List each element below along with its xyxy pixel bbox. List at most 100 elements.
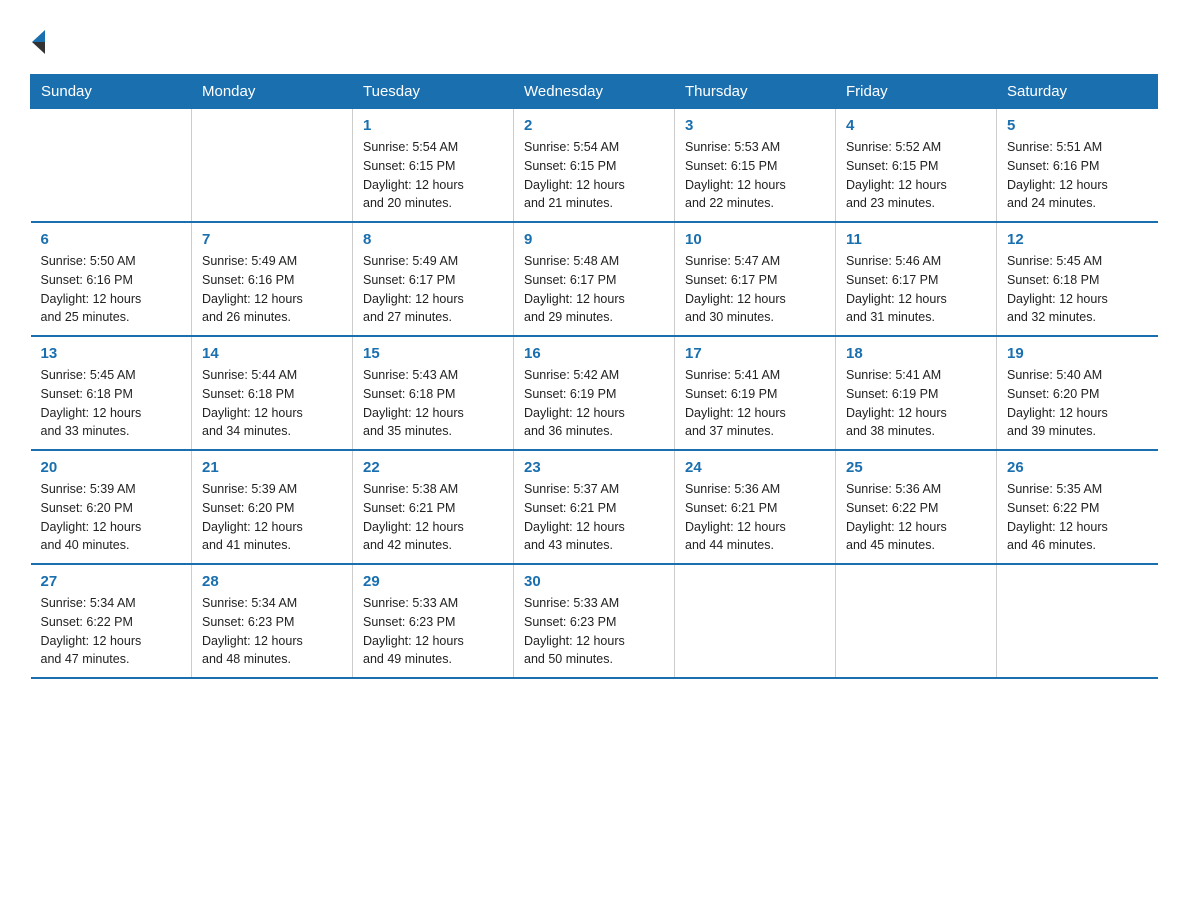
day-info: Sunrise: 5:33 AM Sunset: 6:23 PM Dayligh… <box>363 594 503 669</box>
day-number: 5 <box>1007 117 1148 134</box>
calendar-cell: 30 Sunrise: 5:33 AM Sunset: 6:23 PM Dayli… <box>514 564 675 678</box>
day-number: 8 <box>363 231 503 248</box>
calendar-cell: 3 Sunrise: 5:53 AM Sunset: 6:15 PM Daylig… <box>675 109 836 223</box>
day-info: Sunrise: 5:36 AM Sunset: 6:22 PM Dayligh… <box>846 480 986 555</box>
calendar-cell: 20 Sunrise: 5:39 AM Sunset: 6:20 PM Dayli… <box>31 450 192 564</box>
day-number: 23 <box>524 459 664 476</box>
day-info: Sunrise: 5:51 AM Sunset: 6:16 PM Dayligh… <box>1007 138 1148 213</box>
day-info: Sunrise: 5:45 AM Sunset: 6:18 PM Dayligh… <box>41 366 182 441</box>
calendar-cell: 16 Sunrise: 5:42 AM Sunset: 6:19 PM Dayli… <box>514 336 675 450</box>
day-number: 16 <box>524 345 664 362</box>
calendar-cell: 19 Sunrise: 5:40 AM Sunset: 6:20 PM Dayli… <box>997 336 1158 450</box>
day-number: 4 <box>846 117 986 134</box>
day-number: 19 <box>1007 345 1148 362</box>
calendar-header-thursday: Thursday <box>675 75 836 109</box>
calendar-cell: 21 Sunrise: 5:39 AM Sunset: 6:20 PM Dayli… <box>192 450 353 564</box>
calendar-cell: 9 Sunrise: 5:48 AM Sunset: 6:17 PM Daylig… <box>514 222 675 336</box>
calendar-cell: 23 Sunrise: 5:37 AM Sunset: 6:21 PM Dayli… <box>514 450 675 564</box>
day-number: 28 <box>202 573 342 590</box>
calendar-cell: 25 Sunrise: 5:36 AM Sunset: 6:22 PM Dayli… <box>836 450 997 564</box>
calendar-cell: 28 Sunrise: 5:34 AM Sunset: 6:23 PM Dayli… <box>192 564 353 678</box>
calendar-cell: 22 Sunrise: 5:38 AM Sunset: 6:21 PM Dayli… <box>353 450 514 564</box>
day-info: Sunrise: 5:52 AM Sunset: 6:15 PM Dayligh… <box>846 138 986 213</box>
calendar-cell <box>675 564 836 678</box>
day-number: 27 <box>41 573 182 590</box>
day-info: Sunrise: 5:37 AM Sunset: 6:21 PM Dayligh… <box>524 480 664 555</box>
day-number: 18 <box>846 345 986 362</box>
day-info: Sunrise: 5:38 AM Sunset: 6:21 PM Dayligh… <box>363 480 503 555</box>
day-number: 6 <box>41 231 182 248</box>
day-number: 3 <box>685 117 825 134</box>
day-info: Sunrise: 5:45 AM Sunset: 6:18 PM Dayligh… <box>1007 252 1148 327</box>
calendar-week-row: 1 Sunrise: 5:54 AM Sunset: 6:15 PM Daylig… <box>31 109 1158 223</box>
day-info: Sunrise: 5:48 AM Sunset: 6:17 PM Dayligh… <box>524 252 664 327</box>
day-info: Sunrise: 5:34 AM Sunset: 6:23 PM Dayligh… <box>202 594 342 669</box>
calendar-cell: 12 Sunrise: 5:45 AM Sunset: 6:18 PM Dayli… <box>997 222 1158 336</box>
day-info: Sunrise: 5:42 AM Sunset: 6:19 PM Dayligh… <box>524 366 664 441</box>
day-info: Sunrise: 5:33 AM Sunset: 6:23 PM Dayligh… <box>524 594 664 669</box>
calendar-cell: 13 Sunrise: 5:45 AM Sunset: 6:18 PM Dayli… <box>31 336 192 450</box>
day-info: Sunrise: 5:41 AM Sunset: 6:19 PM Dayligh… <box>846 366 986 441</box>
day-info: Sunrise: 5:40 AM Sunset: 6:20 PM Dayligh… <box>1007 366 1148 441</box>
calendar-cell: 14Sunrise: 5:44 AM Sunset: 6:18 PM Dayli… <box>192 336 353 450</box>
logo <box>30 30 45 54</box>
day-number: 25 <box>846 459 986 476</box>
day-info: Sunrise: 5:39 AM Sunset: 6:20 PM Dayligh… <box>41 480 182 555</box>
day-number: 1 <box>363 117 503 134</box>
calendar-header-friday: Friday <box>836 75 997 109</box>
day-info: Sunrise: 5:54 AM Sunset: 6:15 PM Dayligh… <box>524 138 664 213</box>
calendar-week-row: 6 Sunrise: 5:50 AM Sunset: 6:16 PM Daylig… <box>31 222 1158 336</box>
calendar-cell: 8Sunrise: 5:49 AM Sunset: 6:17 PM Daylig… <box>353 222 514 336</box>
calendar-cell: 24 Sunrise: 5:36 AM Sunset: 6:21 PM Dayli… <box>675 450 836 564</box>
day-info: Sunrise: 5:49 AM Sunset: 6:16 PM Dayligh… <box>202 252 342 327</box>
calendar-week-row: 13 Sunrise: 5:45 AM Sunset: 6:18 PM Dayli… <box>31 336 1158 450</box>
calendar-header-saturday: Saturday <box>997 75 1158 109</box>
day-info: Sunrise: 5:39 AM Sunset: 6:20 PM Dayligh… <box>202 480 342 555</box>
day-number: 29 <box>363 573 503 590</box>
day-number: 12 <box>1007 231 1148 248</box>
day-number: 22 <box>363 459 503 476</box>
calendar-cell: 5 Sunrise: 5:51 AM Sunset: 6:16 PM Daylig… <box>997 109 1158 223</box>
day-info: Sunrise: 5:36 AM Sunset: 6:21 PM Dayligh… <box>685 480 825 555</box>
calendar-cell: 18 Sunrise: 5:41 AM Sunset: 6:19 PM Dayli… <box>836 336 997 450</box>
page-header <box>30 20 1158 54</box>
day-info: Sunrise: 5:47 AM Sunset: 6:17 PM Dayligh… <box>685 252 825 327</box>
day-number: 9 <box>524 231 664 248</box>
calendar-cell: 2 Sunrise: 5:54 AM Sunset: 6:15 PM Daylig… <box>514 109 675 223</box>
day-info: Sunrise: 5:41 AM Sunset: 6:19 PM Dayligh… <box>685 366 825 441</box>
calendar-cell <box>192 109 353 223</box>
day-number: 7 <box>202 231 342 248</box>
day-number: 20 <box>41 459 182 476</box>
day-info: Sunrise: 5:34 AM Sunset: 6:22 PM Dayligh… <box>41 594 182 669</box>
day-info: Sunrise: 5:54 AM Sunset: 6:15 PM Dayligh… <box>363 138 503 213</box>
calendar-cell: 11Sunrise: 5:46 AM Sunset: 6:17 PM Dayli… <box>836 222 997 336</box>
day-info: Sunrise: 5:44 AM Sunset: 6:18 PM Dayligh… <box>202 366 342 441</box>
day-info: Sunrise: 5:50 AM Sunset: 6:16 PM Dayligh… <box>41 252 182 327</box>
calendar-cell <box>997 564 1158 678</box>
day-info: Sunrise: 5:43 AM Sunset: 6:18 PM Dayligh… <box>363 366 503 441</box>
calendar-header-tuesday: Tuesday <box>353 75 514 109</box>
calendar-table: SundayMondayTuesdayWednesdayThursdayFrid… <box>30 74 1158 679</box>
calendar-cell: 10 Sunrise: 5:47 AM Sunset: 6:17 PM Dayli… <box>675 222 836 336</box>
calendar-header-wednesday: Wednesday <box>514 75 675 109</box>
calendar-cell: 7 Sunrise: 5:49 AM Sunset: 6:16 PM Daylig… <box>192 222 353 336</box>
day-number: 21 <box>202 459 342 476</box>
calendar-cell: 4 Sunrise: 5:52 AM Sunset: 6:15 PM Daylig… <box>836 109 997 223</box>
calendar-cell <box>836 564 997 678</box>
calendar-cell: 17Sunrise: 5:41 AM Sunset: 6:19 PM Dayli… <box>675 336 836 450</box>
calendar-cell: 26 Sunrise: 5:35 AM Sunset: 6:22 PM Dayli… <box>997 450 1158 564</box>
calendar-header-monday: Monday <box>192 75 353 109</box>
day-number: 2 <box>524 117 664 134</box>
day-number: 30 <box>524 573 664 590</box>
calendar-week-row: 20 Sunrise: 5:39 AM Sunset: 6:20 PM Dayli… <box>31 450 1158 564</box>
calendar-cell: 27 Sunrise: 5:34 AM Sunset: 6:22 PM Dayli… <box>31 564 192 678</box>
day-number: 10 <box>685 231 825 248</box>
day-number: 13 <box>41 345 182 362</box>
day-number: 15 <box>363 345 503 362</box>
day-info: Sunrise: 5:35 AM Sunset: 6:22 PM Dayligh… <box>1007 480 1148 555</box>
day-number: 26 <box>1007 459 1148 476</box>
day-number: 24 <box>685 459 825 476</box>
day-info: Sunrise: 5:46 AM Sunset: 6:17 PM Dayligh… <box>846 252 986 327</box>
calendar-week-row: 27 Sunrise: 5:34 AM Sunset: 6:22 PM Dayli… <box>31 564 1158 678</box>
day-info: Sunrise: 5:53 AM Sunset: 6:15 PM Dayligh… <box>685 138 825 213</box>
